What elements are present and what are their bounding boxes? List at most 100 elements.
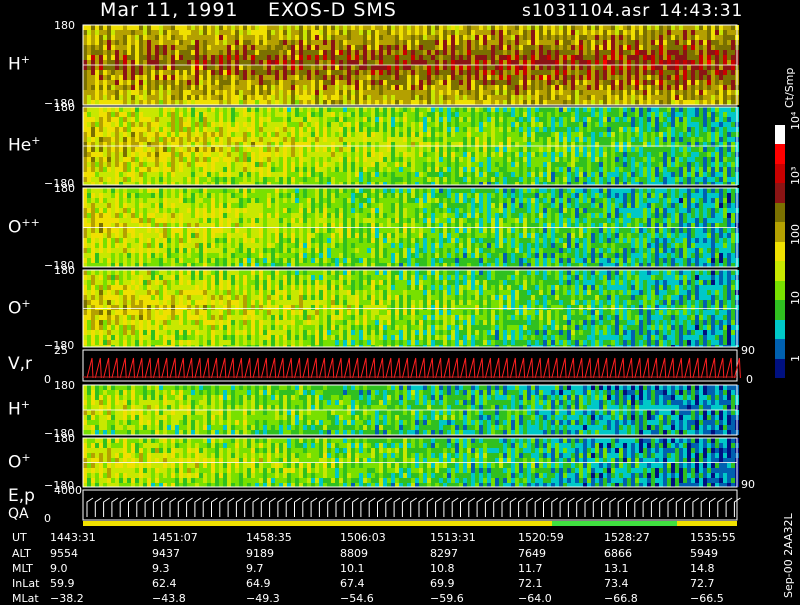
heatmap-cell [699, 40, 703, 45]
heatmap-cell [139, 60, 143, 65]
heatmap-cell [279, 95, 283, 100]
heatmap-cell [675, 45, 679, 50]
heatmap-cell [99, 25, 103, 30]
heatmap-cell [503, 177, 507, 182]
heatmap-cell [639, 25, 643, 30]
heatmap-cell [431, 157, 435, 162]
heatmap-cell [499, 112, 503, 117]
heatmap-cell [471, 75, 475, 80]
heatmap-cell [287, 162, 291, 167]
heatmap-cell [431, 147, 435, 152]
heatmap-cell [671, 70, 675, 75]
heatmap-cell [131, 167, 135, 172]
heatmap-cell [147, 137, 151, 142]
heatmap-cell [387, 90, 391, 95]
heatmap-cell [83, 65, 87, 70]
heatmap-cell [447, 117, 451, 122]
heatmap-cell [463, 30, 467, 35]
heatmap-cell [203, 162, 207, 167]
heatmap-cell [307, 107, 311, 112]
heatmap-cell [111, 50, 115, 55]
heatmap-cell [531, 177, 535, 182]
heatmap-cell [415, 167, 419, 172]
heatmap-cell [563, 85, 567, 90]
heatmap-cell [103, 157, 107, 162]
heatmap-cell [139, 127, 143, 132]
heatmap-cell [91, 132, 95, 137]
heatmap-cell [111, 152, 115, 157]
heatmap-cell [127, 40, 131, 45]
heatmap-cell [671, 25, 675, 30]
heatmap-cell [143, 60, 147, 65]
heatmap-cell [571, 112, 575, 117]
heatmap-cell [247, 95, 251, 100]
heatmap-cell [207, 25, 211, 30]
heatmap-cell [135, 45, 139, 50]
heatmap-cell [447, 90, 451, 95]
heatmap-cell [87, 152, 91, 157]
heatmap-cell [519, 177, 523, 182]
heatmap-cell [215, 85, 219, 90]
heatmap-cell [111, 40, 115, 45]
heatmap-cell [643, 107, 647, 112]
heatmap-cell [439, 172, 443, 177]
heatmap-cell [431, 35, 435, 40]
heatmap-cell [499, 30, 503, 35]
heatmap-cell [547, 55, 551, 60]
heatmap-cell [507, 45, 511, 50]
heatmap-cell [171, 50, 175, 55]
heatmap-cell [251, 70, 255, 75]
heatmap-cell [619, 45, 623, 50]
heatmap-cell [183, 172, 187, 177]
heatmap-cell [575, 122, 579, 127]
heatmap-cell [443, 40, 447, 45]
heatmap-cell [267, 95, 271, 100]
heatmap-cell [575, 137, 579, 142]
heatmap-cell [699, 35, 703, 40]
heatmap-cell [307, 40, 311, 45]
heatmap-cell [283, 127, 287, 132]
heatmap-cell [235, 60, 239, 65]
heatmap-cell [123, 112, 127, 117]
heatmap-cell [543, 65, 547, 70]
heatmap-cell [367, 75, 371, 80]
heatmap-cell [87, 172, 91, 177]
heatmap-cell [411, 100, 415, 105]
heatmap-cell [535, 167, 539, 172]
heatmap-cell [583, 137, 587, 142]
heatmap-cell [379, 100, 383, 105]
heatmap-cell [423, 45, 427, 50]
heatmap-cell [311, 167, 315, 172]
heatmap-cell [467, 172, 471, 177]
heatmap-cell [123, 177, 127, 182]
heatmap-cell [687, 75, 691, 80]
heatmap-cell [451, 112, 455, 117]
heatmap-cell [443, 137, 447, 142]
heatmap-cell [595, 157, 599, 162]
heatmap-cell [563, 132, 567, 137]
heatmap-cell [207, 80, 211, 85]
heatmap-cell [635, 80, 639, 85]
heatmap-cell [699, 90, 703, 95]
heatmap-cell [107, 40, 111, 45]
heatmap-cell [155, 75, 159, 80]
heatmap-cell [635, 70, 639, 75]
heatmap-cell [351, 85, 355, 90]
heatmap-cell [299, 25, 303, 30]
heatmap-cell [171, 40, 175, 45]
heatmap-cell [631, 55, 635, 60]
heatmap-cell [391, 60, 395, 65]
heatmap-cell [419, 132, 423, 137]
heatmap-cell [619, 90, 623, 95]
heatmap-cell [571, 60, 575, 65]
heatmap-cell [447, 60, 451, 65]
heatmap-cell [259, 35, 263, 40]
heatmap-cell [547, 147, 551, 152]
heatmap-cell [671, 95, 675, 100]
heatmap-cell [403, 55, 407, 60]
heatmap-cell [171, 147, 175, 152]
heatmap-cell [191, 117, 195, 122]
heatmap-cell [87, 137, 91, 142]
heatmap-cell [203, 60, 207, 65]
heatmap-cell [267, 70, 271, 75]
